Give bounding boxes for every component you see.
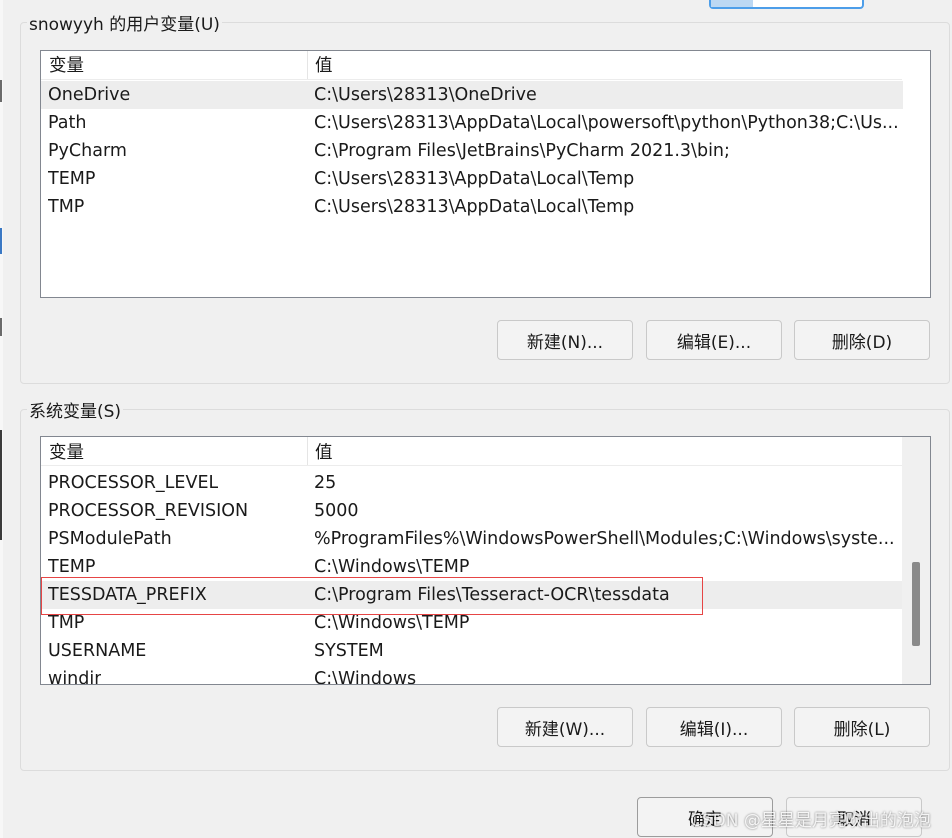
row-name: PyCharm bbox=[48, 141, 127, 161]
system-list-header: 变量 值 bbox=[41, 437, 902, 466]
list-row-temp[interactable]: TEMP C:\Users\28313\AppData\Local\Temp bbox=[41, 165, 903, 193]
list-row-processor-level[interactable]: PROCESSOR_LEVEL 25 bbox=[41, 469, 903, 497]
row-value: 5000 bbox=[314, 501, 359, 521]
user-list-header: 变量 值 bbox=[41, 51, 902, 80]
left-edge-marker bbox=[0, 80, 2, 102]
annotation-highlight-box bbox=[41, 577, 703, 615]
user-edit-button[interactable]: 编辑(E)... bbox=[646, 320, 782, 360]
row-name: PROCESSOR_LEVEL bbox=[48, 473, 219, 493]
row-name: PROCESSOR_REVISION bbox=[48, 501, 249, 521]
row-value: C:\Users\28313\AppData\Local\Temp bbox=[314, 197, 635, 217]
list-row-pycharm[interactable]: PyCharm C:\Program Files\JetBrains\PyCha… bbox=[41, 137, 903, 165]
list-row-path[interactable]: Path C:\Users\28313\AppData\Local\powers… bbox=[41, 109, 903, 137]
list-row-username[interactable]: USERNAME SYSTEM bbox=[41, 637, 903, 665]
system-variables-list[interactable]: 变量 值 PROCESSOR_LEVEL 25 PROCESSOR_REVISI… bbox=[40, 436, 931, 685]
list-row-tmp[interactable]: TMP C:\Users\28313\AppData\Local\Temp bbox=[41, 193, 903, 221]
top-partial-button-fill bbox=[711, 0, 753, 7]
left-edge-marker bbox=[0, 228, 2, 254]
top-partial-button[interactable] bbox=[709, 0, 864, 9]
column-divider bbox=[307, 51, 308, 79]
column-header-name[interactable]: 变量 bbox=[49, 52, 84, 80]
system-variables-title: 系统变量(S) bbox=[27, 397, 124, 422]
user-variables-list[interactable]: 变量 值 OneDrive C:\Users\28313\OneDrive Pa… bbox=[40, 50, 931, 298]
scrollbar-thumb[interactable] bbox=[912, 562, 920, 646]
system-list-scrollbar[interactable] bbox=[902, 437, 930, 684]
user-new-button[interactable]: 新建(N)... bbox=[497, 320, 633, 360]
row-value: SYSTEM bbox=[314, 641, 384, 661]
left-window-edge bbox=[0, 0, 3, 838]
left-edge-marker bbox=[0, 430, 2, 540]
list-row-windir[interactable]: windir C:\Windows bbox=[41, 665, 903, 685]
user-delete-button[interactable]: 删除(D) bbox=[794, 320, 930, 360]
row-value: C:\Windows bbox=[314, 669, 417, 685]
column-header-name[interactable]: 变量 bbox=[49, 439, 84, 467]
left-edge-marker bbox=[0, 318, 2, 336]
row-value: C:\Users\28313\AppData\Local\powersoft\p… bbox=[314, 113, 899, 133]
column-divider bbox=[307, 437, 308, 465]
system-new-button[interactable]: 新建(W)... bbox=[497, 707, 633, 747]
list-row-processor-revision[interactable]: PROCESSOR_REVISION 5000 bbox=[41, 497, 903, 525]
system-edit-button[interactable]: 编辑(I)... bbox=[646, 707, 782, 747]
row-name: USERNAME bbox=[48, 641, 147, 661]
row-value: 25 bbox=[314, 473, 337, 493]
row-name: Path bbox=[48, 113, 87, 133]
user-variables-title: snowyyh 的用户变量(U) bbox=[27, 10, 222, 35]
system-delete-button[interactable]: 删除(L) bbox=[794, 707, 930, 747]
column-header-value[interactable]: 值 bbox=[315, 439, 333, 467]
row-value: C:\Users\28313\OneDrive bbox=[314, 85, 537, 105]
row-name: PSModulePath bbox=[48, 529, 172, 549]
list-row-psmodulepath[interactable]: PSModulePath %ProgramFiles%\WindowsPower… bbox=[41, 525, 903, 553]
row-name: windir bbox=[48, 669, 102, 685]
row-value: %ProgramFiles%\WindowsPowerShell\Modules… bbox=[314, 529, 895, 549]
list-row-onedrive[interactable]: OneDrive C:\Users\28313\OneDrive bbox=[41, 81, 903, 109]
row-value: C:\Users\28313\AppData\Local\Temp bbox=[314, 169, 635, 189]
row-name: TEMP bbox=[48, 169, 96, 189]
row-name: OneDrive bbox=[48, 85, 131, 105]
row-value: C:\Program Files\JetBrains\PyCharm 2021.… bbox=[314, 141, 730, 161]
column-header-value[interactable]: 值 bbox=[315, 52, 333, 80]
row-name: TMP bbox=[48, 197, 85, 217]
watermark-text: CSDN @星星是月亮吹出的泡泡 bbox=[690, 811, 931, 831]
